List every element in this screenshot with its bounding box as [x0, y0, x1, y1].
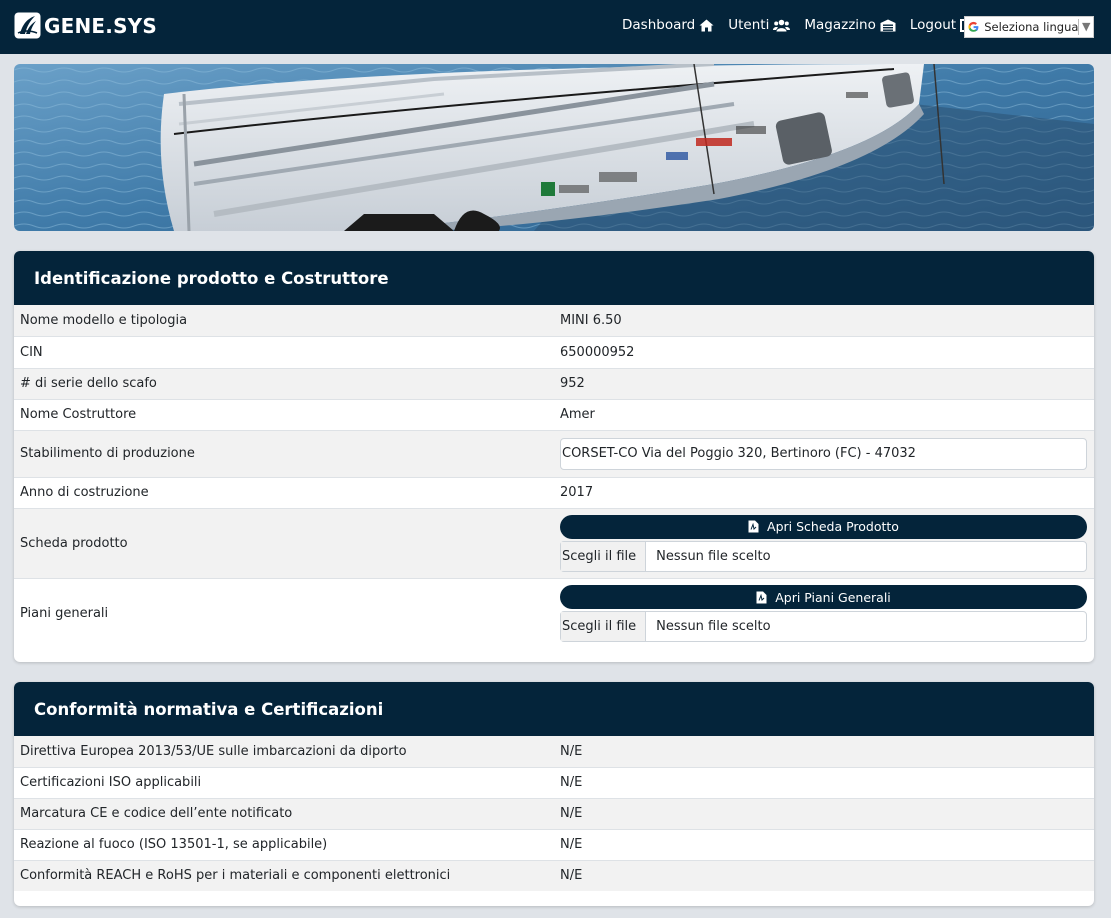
row-value-cell: Apri Piani Generali Scegli il file Nessu…: [554, 577, 1094, 649]
file-pdf-icon: [756, 591, 767, 604]
brand[interactable]: GENE.SYS: [14, 12, 157, 39]
table-row: Nome Costruttore Amer: [14, 398, 1094, 430]
home-icon: [699, 19, 714, 32]
row-value: 2017: [554, 476, 1094, 508]
warehouse-icon: [880, 19, 896, 32]
open-product-sheet-button[interactable]: Apri Scheda Prodotto: [560, 514, 1087, 539]
open-general-plans-label: Apri Piani Generali: [775, 589, 891, 605]
hero-banner: [14, 64, 1094, 231]
row-value-cell: CORSET-CO Via del Poggio 320, Bertinoro …: [554, 429, 1094, 477]
table-row: Certificazioni ISO applicabili N/E: [14, 766, 1094, 798]
row-value: 650000952: [554, 335, 1094, 368]
open-general-plans-button[interactable]: Apri Piani Generali: [560, 585, 1087, 610]
choose-file-button[interactable]: Scegli il file: [561, 541, 647, 571]
file-pdf-icon: [748, 520, 759, 533]
row-value-cell: Apri Scheda Prodotto Scegli il file Ness…: [554, 507, 1094, 578]
row-value: Amer: [554, 398, 1094, 430]
nav-logout-label: Logout: [909, 17, 957, 33]
compliance-table: Direttiva Europea 2013/53/UE sulle imbar…: [14, 736, 1094, 891]
row-label: Piani generali: [14, 577, 554, 649]
product-identification-table: Nome modello e tipologia MINI 6.50 CIN 6…: [14, 305, 1094, 649]
chevron-down-icon: ▼: [1078, 19, 1093, 35]
nav-menu: Dashboard Utenti Magazzino Logout: [622, 17, 989, 33]
product-sheet-file-input[interactable]: Scegli il file Nessun file scelto: [560, 540, 1087, 572]
row-label: Conformità REACH e RoHS per i materiali …: [14, 859, 554, 891]
table-row: Reazione al fuoco (ISO 13501-1, se appli…: [14, 828, 1094, 860]
top-navbar: GENE.SYS Dashboard Utenti Magazzino Logo…: [0, 0, 1111, 54]
sail-logo-icon: [14, 12, 41, 39]
row-label: Nome Costruttore: [14, 398, 554, 430]
choose-file-button[interactable]: Scegli il file: [561, 612, 647, 642]
nav-magazzino-label: Magazzino: [804, 17, 876, 33]
row-label: Direttiva Europea 2013/53/UE sulle imbar…: [14, 736, 554, 767]
section1-title: Identificazione prodotto e Costruttore: [14, 251, 1094, 305]
table-row: Direttiva Europea 2013/53/UE sulle imbar…: [14, 736, 1094, 767]
table-row: Piani generali Apri Piani Generali Scegl…: [14, 577, 1094, 649]
row-label: Certificazioni ISO applicabili: [14, 766, 554, 798]
file-name-text: Nessun file scelto: [656, 619, 771, 635]
language-selector-label: Seleziona lingua: [984, 20, 1079, 34]
table-row: Nome modello e tipologia MINI 6.50: [14, 305, 1094, 336]
row-value: 952: [554, 367, 1094, 399]
table-row: Scheda prodotto Apri Scheda Prodotto Sce…: [14, 507, 1094, 578]
users-icon: [773, 19, 791, 32]
row-value: N/E: [554, 736, 1094, 767]
open-product-sheet-label: Apri Scheda Prodotto: [767, 519, 899, 534]
table-row: CIN 650000952: [14, 335, 1094, 368]
row-value: N/E: [554, 828, 1094, 860]
row-label: Reazione al fuoco (ISO 13501-1, se appli…: [14, 828, 554, 860]
general-plans-file-input[interactable]: Scegli il file Nessun file scelto: [560, 611, 1087, 643]
language-selector[interactable]: Seleziona lingua ▼: [964, 16, 1094, 38]
product-identification-card: Identificazione prodotto e Costruttore N…: [14, 251, 1094, 662]
table-row: Stabilimento di produzione CORSET-CO Via…: [14, 429, 1094, 477]
production-plant-field[interactable]: CORSET-CO Via del Poggio 320, Bertinoro …: [560, 437, 1087, 470]
row-value: MINI 6.50: [554, 305, 1094, 336]
row-value: N/E: [554, 797, 1094, 829]
row-label: CIN: [14, 335, 554, 368]
row-value: N/E: [554, 766, 1094, 798]
row-label: Anno di costruzione: [14, 476, 554, 508]
row-label: # di serie dello scafo: [14, 367, 554, 399]
row-label: Stabilimento di produzione: [14, 429, 554, 477]
nav-utenti[interactable]: Utenti: [728, 17, 791, 33]
table-row: Anno di costruzione 2017: [14, 476, 1094, 508]
row-label: Nome modello e tipologia: [14, 305, 554, 336]
row-label: Marcatura CE e codice dell’ente notifica…: [14, 797, 554, 829]
compliance-certifications-card: Conformità normativa e Certificazioni Di…: [14, 682, 1094, 906]
table-row: # di serie dello scafo 952: [14, 367, 1094, 399]
nav-magazzino[interactable]: Magazzino: [804, 17, 896, 33]
section2-title: Conformità normativa e Certificazioni: [14, 682, 1094, 736]
google-icon: [968, 21, 979, 32]
table-row: Marcatura CE e codice dell’ente notifica…: [14, 797, 1094, 829]
row-value: N/E: [554, 859, 1094, 891]
file-name-text: Nessun file scelto: [656, 548, 771, 564]
nav-utenti-label: Utenti: [728, 17, 770, 33]
nav-dashboard[interactable]: Dashboard: [622, 17, 714, 33]
row-label: Scheda prodotto: [14, 507, 554, 578]
sailboat-hero-image: [14, 64, 1094, 231]
table-row: Conformità REACH e RoHS per i materiali …: [14, 859, 1094, 891]
nav-dashboard-label: Dashboard: [622, 17, 696, 33]
brand-name: GENE.SYS: [44, 13, 157, 38]
